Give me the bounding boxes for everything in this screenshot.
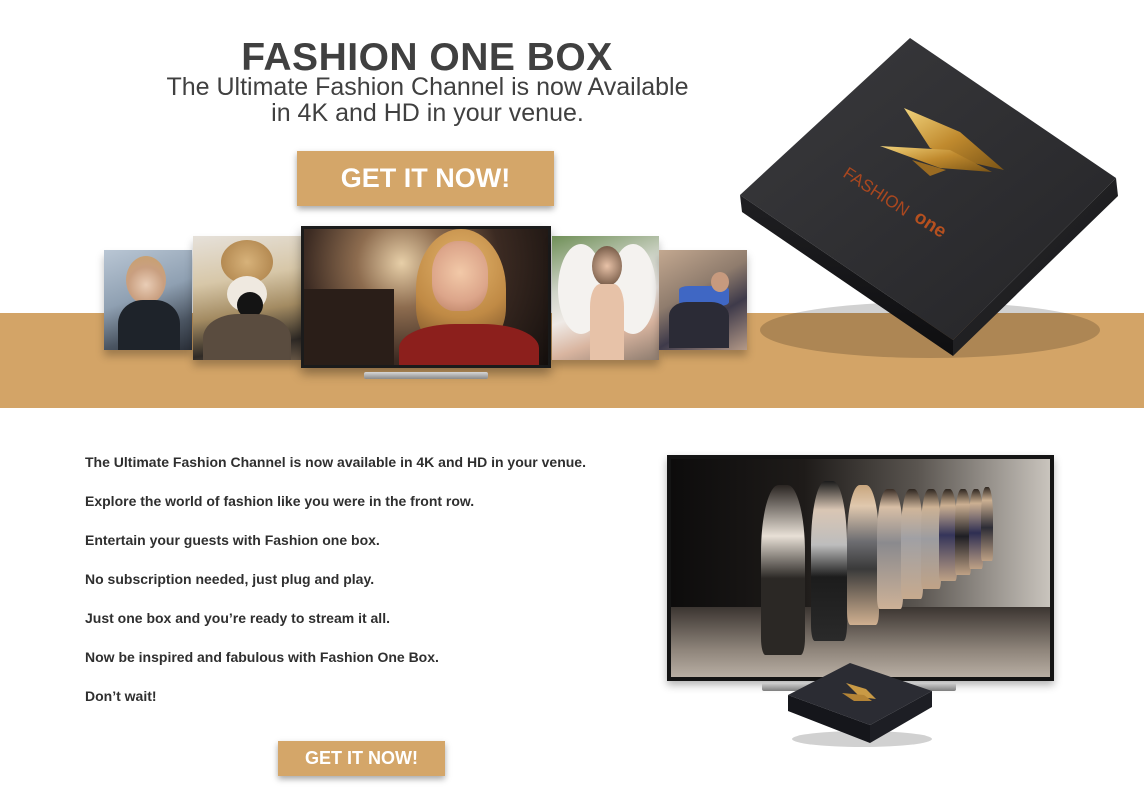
gallery-image-yoga-model (659, 250, 747, 350)
fashion-one-logo-icon (880, 108, 1004, 176)
feature-item: Just one box and you’re ready to stream … (85, 610, 390, 626)
feature-item: The Ultimate Fashion Channel is now avai… (85, 454, 586, 470)
feature-item: Don’t wait! (85, 688, 157, 704)
feature-item: Explore the world of fashion like you we… (85, 493, 475, 509)
box-brand-text-fashion: FASHION (840, 163, 913, 220)
get-it-now-button-top[interactable]: GET IT NOW! (297, 151, 554, 206)
feature-item: Now be inspired and fabulous with Fashio… (85, 649, 439, 665)
tv-runway-screen (671, 459, 1050, 677)
feature-item: Entertain your guests with Fashion one b… (85, 532, 380, 548)
hero-subtitle-line-1: The Ultimate Fashion Channel is now Avai… (166, 73, 689, 101)
gallery-image-angel-model (552, 236, 659, 360)
hero-subtitle: The Ultimate Fashion Channel is now Avai… (150, 74, 705, 126)
hero-subtitle-line-2: in 4K and HD in your venue. (271, 99, 584, 127)
tv-center (301, 226, 551, 368)
gallery-image-masked-model (193, 236, 301, 360)
gallery-image-male-model (104, 250, 192, 350)
small-product-box-image (788, 663, 932, 747)
box-brand-text-one: one (910, 207, 950, 243)
get-it-now-button-bottom[interactable]: GET IT NOW! (278, 741, 445, 776)
tv-stand (364, 372, 488, 379)
tv-screen-woman (304, 229, 548, 365)
tv-runway (667, 455, 1054, 681)
feature-item: No subscription needed, just plug and pl… (85, 571, 375, 587)
feature-list: The Ultimate Fashion Channel is now avai… (85, 452, 645, 725)
